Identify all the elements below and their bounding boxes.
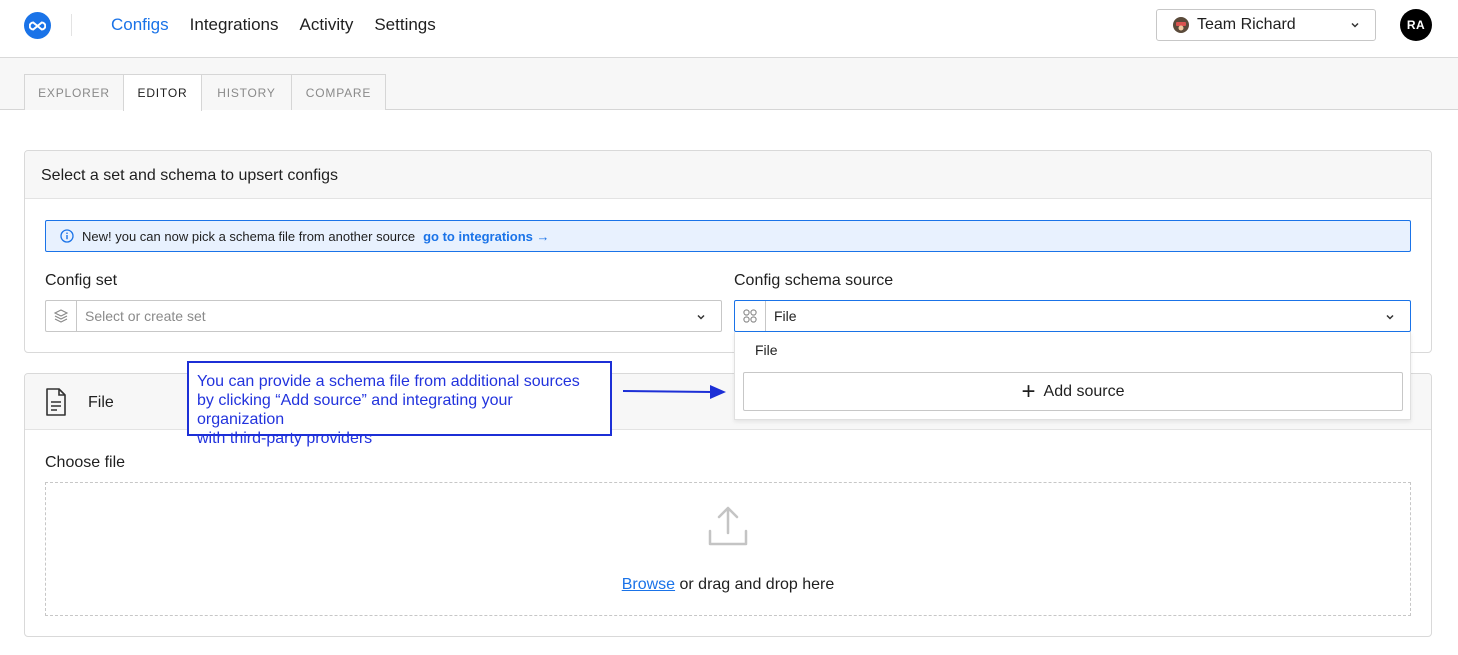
dropzone-text: Browse or drag and drop here bbox=[46, 576, 1410, 594]
plus-icon: + bbox=[1021, 377, 1036, 405]
editor-tabs: EXPLORER EDITOR HISTORY COMPARE bbox=[0, 58, 1458, 111]
config-set-label: Config set bbox=[45, 272, 118, 289]
upload-icon bbox=[708, 506, 748, 546]
logo-divider bbox=[71, 14, 72, 36]
info-icon bbox=[60, 229, 74, 243]
config-set-select[interactable]: Select or create set bbox=[45, 300, 722, 332]
app-logo-icon[interactable] bbox=[24, 12, 51, 39]
annotation-callout: You can provide a schema file from addit… bbox=[187, 361, 612, 447]
tab-history[interactable]: HISTORY bbox=[201, 74, 292, 110]
select-set-card-title: Select a set and schema to upsert config… bbox=[25, 151, 1431, 199]
annotation-line: by clicking “Add source” and integrating… bbox=[197, 392, 513, 428]
nav-settings[interactable]: Settings bbox=[374, 15, 435, 35]
main-nav: Configs Integrations Activity Settings bbox=[111, 15, 436, 35]
choose-file-label: Choose file bbox=[45, 454, 126, 471]
info-banner: New! you can now pick a schema file from… bbox=[45, 220, 1411, 252]
annotation-line: You can provide a schema file from addit… bbox=[197, 373, 580, 390]
nav-integrations[interactable]: Integrations bbox=[190, 15, 279, 35]
grid-icon bbox=[735, 301, 766, 331]
chevron-down-icon bbox=[1351, 22, 1359, 28]
file-card-title: File bbox=[88, 394, 114, 411]
add-source-label: Add source bbox=[1043, 382, 1125, 400]
banner-message: New! you can now pick a schema file from… bbox=[82, 228, 416, 244]
browse-link[interactable]: Browse bbox=[622, 576, 675, 593]
dropdown-option-file[interactable]: File bbox=[755, 342, 778, 358]
chevron-down-icon bbox=[697, 314, 705, 320]
select-set-card: Select a set and schema to upsert config… bbox=[24, 150, 1432, 353]
user-avatar[interactable]: RA bbox=[1400, 9, 1432, 41]
top-navbar: Configs Integrations Activity Settings T… bbox=[0, 0, 1458, 58]
tab-compare[interactable]: COMPARE bbox=[291, 74, 386, 110]
add-source-button[interactable]: + Add source bbox=[743, 372, 1403, 411]
schema-source-value: File bbox=[774, 308, 797, 324]
tab-explorer[interactable]: EXPLORER bbox=[24, 74, 124, 110]
team-avatar-icon bbox=[1173, 17, 1189, 33]
nav-configs[interactable]: Configs bbox=[111, 15, 169, 35]
nav-activity[interactable]: Activity bbox=[299, 15, 353, 35]
schema-source-label: Config schema source bbox=[734, 272, 894, 289]
annotation-line: with third-party providers bbox=[197, 430, 373, 447]
schema-source-dropdown: File + Add source bbox=[734, 332, 1411, 420]
tab-editor[interactable]: EDITOR bbox=[123, 74, 202, 111]
annotation-arrow-icon bbox=[622, 385, 726, 399]
layers-icon bbox=[46, 301, 77, 331]
team-name: Team Richard bbox=[1197, 16, 1296, 33]
dropzone-hint: or drag and drop here bbox=[675, 576, 835, 593]
team-selector[interactable]: Team Richard bbox=[1156, 9, 1376, 41]
go-to-integrations-link[interactable]: go to integrations → bbox=[423, 229, 549, 244]
schema-source-select[interactable]: File bbox=[734, 300, 1411, 332]
file-icon bbox=[46, 388, 66, 416]
file-dropzone[interactable]: Browse or drag and drop here bbox=[45, 482, 1411, 616]
config-set-placeholder: Select or create set bbox=[85, 308, 206, 324]
chevron-down-icon bbox=[1386, 314, 1394, 320]
